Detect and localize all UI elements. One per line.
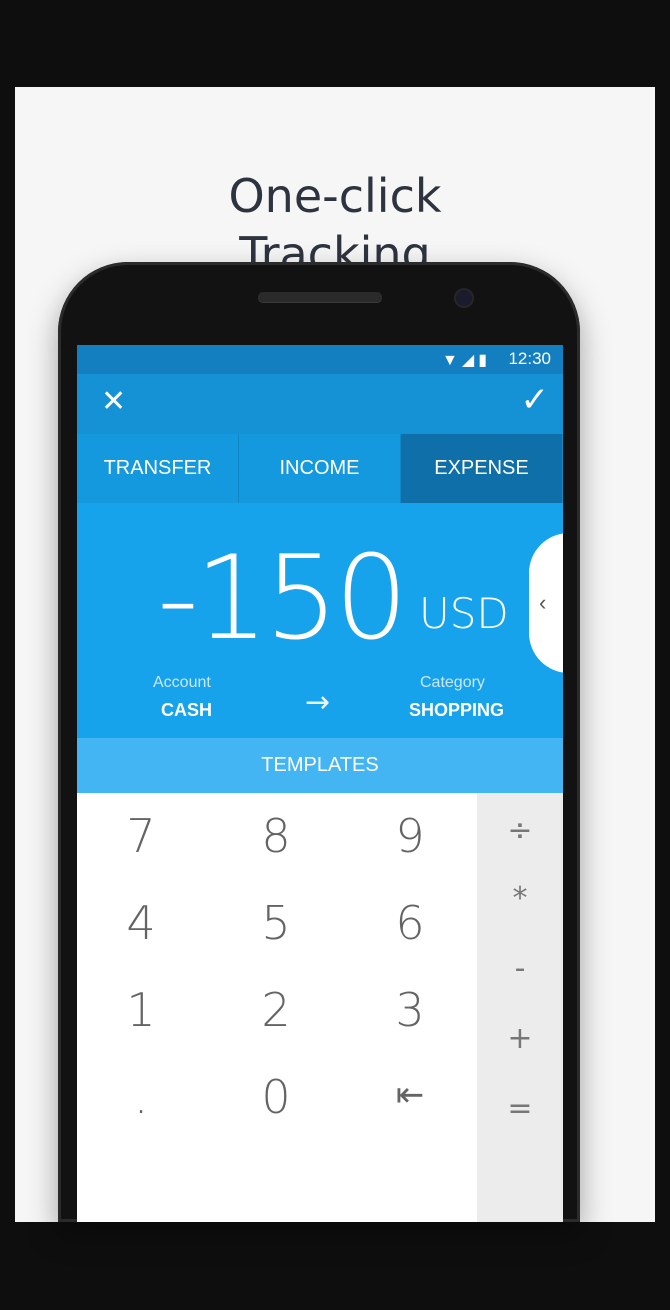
templates-button[interactable]: TEMPLATES	[77, 738, 563, 793]
status-icons: ▼◢▮	[442, 352, 491, 369]
toolbar: ✕ ✓	[77, 374, 563, 434]
key-multiply[interactable]: *	[477, 881, 563, 916]
key-0[interactable]: 0	[236, 1070, 316, 1124]
key-minus[interactable]: -	[477, 951, 563, 986]
amount-value[interactable]: -150	[157, 539, 408, 659]
key-3[interactable]: 3	[370, 983, 450, 1037]
close-icon[interactable]: ✕	[101, 384, 126, 419]
key-6[interactable]: 6	[370, 896, 450, 950]
amount-panel: -150 USD ‹ Account CASH → Category SHOPP…	[77, 503, 563, 738]
key-1[interactable]: 1	[101, 983, 181, 1037]
tab-transfer[interactable]: TRANSFER	[77, 434, 239, 503]
operator-column: ÷ * - + =	[477, 793, 563, 1222]
chevron-left-icon: ‹	[539, 590, 547, 615]
key-8[interactable]: 8	[236, 809, 316, 863]
key-5[interactable]: 5	[236, 896, 316, 950]
check-icon[interactable]: ✓	[521, 380, 550, 420]
key-decimal[interactable]: .	[101, 1070, 181, 1124]
transaction-type-tabs: TRANSFER INCOME EXPENSE	[77, 434, 563, 503]
key-divide[interactable]: ÷	[477, 813, 563, 848]
status-time: 12:30	[508, 349, 551, 368]
account-label: Account	[153, 674, 211, 691]
key-equals[interactable]: =	[477, 1091, 563, 1126]
phone-speaker	[258, 292, 382, 302]
key-7[interactable]: 7	[101, 809, 181, 863]
side-drawer-handle[interactable]: ‹	[529, 533, 563, 673]
category-value[interactable]: SHOPPING	[409, 700, 504, 721]
headline-line-1: One-click	[228, 169, 442, 223]
status-bar: ▼◢▮ 12:30	[77, 345, 563, 374]
key-plus[interactable]: +	[477, 1021, 563, 1056]
key-2[interactable]: 2	[236, 983, 316, 1037]
arrow-right-icon: →	[305, 685, 331, 720]
backspace-icon[interactable]: ⇤	[370, 1075, 450, 1115]
phone-camera	[456, 290, 472, 306]
category-label: Category	[420, 674, 485, 691]
tab-income[interactable]: INCOME	[239, 434, 401, 503]
key-4[interactable]: 4	[101, 896, 181, 950]
app-screen: ▼◢▮ 12:30 ✕ ✓ TRANSFER INCOME EXPENSE -1…	[77, 345, 563, 1222]
key-9[interactable]: 9	[370, 809, 450, 863]
number-keypad: 7 8 9 4 5 6 1 2 3 . 0 ⇤	[77, 793, 477, 1222]
currency-selector[interactable]: USD	[419, 589, 509, 638]
tab-expense[interactable]: EXPENSE	[401, 434, 563, 503]
account-value[interactable]: CASH	[161, 700, 212, 721]
